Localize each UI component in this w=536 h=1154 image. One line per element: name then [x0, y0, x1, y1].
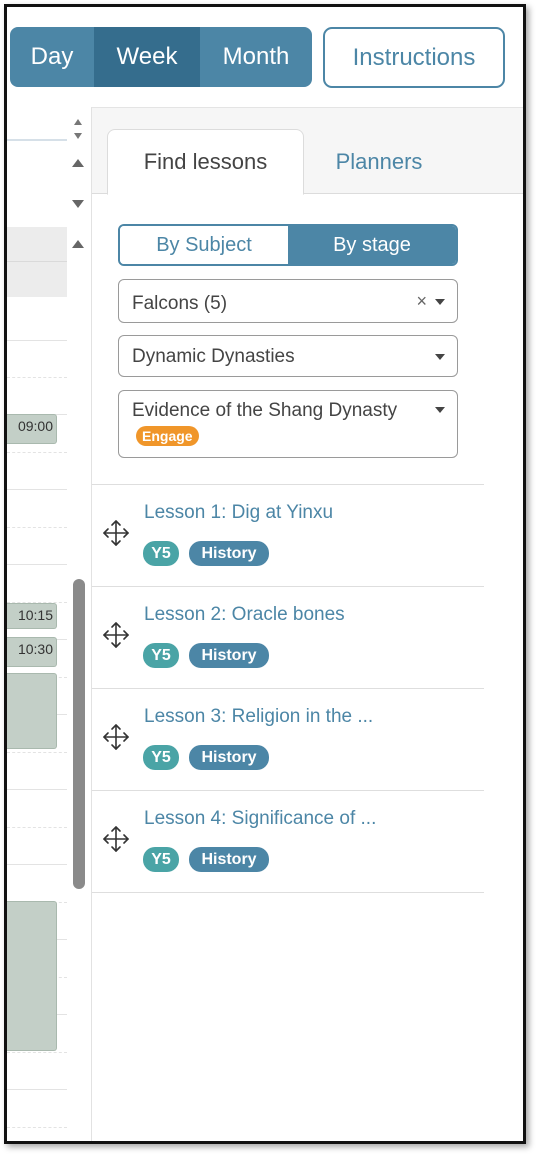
calendar-hour-line	[7, 789, 67, 790]
subject-tag: History	[189, 847, 269, 872]
event-time: 10:15	[17, 607, 53, 623]
day-view-button[interactable]: Day	[10, 27, 94, 87]
calendar-slot-line	[7, 752, 67, 753]
year-tag: Y5	[143, 541, 179, 566]
calendar-hour-line	[7, 340, 67, 341]
lesson-item[interactable]: Lesson 4: Significance of ... Y5 History	[92, 791, 484, 893]
calendar-event[interactable]: 10:15	[7, 603, 57, 629]
lesson-title[interactable]: Lesson 3: Religion in the ...	[144, 706, 373, 728]
group-select[interactable]: Falcons (5) ×	[118, 279, 458, 323]
calendar-hour-line	[7, 489, 67, 490]
tab-planners[interactable]: Planners	[314, 129, 444, 195]
scrollbar-thumb[interactable]	[73, 579, 85, 889]
lesson-title[interactable]: Lesson 1: Dig at Yinxu	[144, 502, 333, 524]
divider	[92, 892, 484, 893]
calendar-event[interactable]	[7, 673, 57, 749]
calendar-slot-line	[7, 827, 67, 828]
calendar-slot-line	[7, 1127, 67, 1128]
move-icon[interactable]	[102, 621, 130, 649]
subject-tag: History	[189, 745, 269, 770]
topic-select-value: Evidence of the Shang Dynasty Engage	[132, 397, 417, 451]
lesson-title[interactable]: Lesson 4: Significance of ...	[144, 808, 376, 830]
lesson-item[interactable]: Lesson 2: Oracle bones Y5 History	[92, 587, 484, 689]
panel-tab-bar: Find lessons Planners	[92, 108, 523, 195]
calendar-slot-line	[7, 1052, 67, 1053]
by-stage-button[interactable]: By stage	[288, 226, 456, 264]
year-tag: Y5	[143, 745, 179, 770]
month-view-button[interactable]: Month	[200, 27, 312, 87]
topic-select[interactable]: Evidence of the Shang Dynasty Engage	[118, 390, 458, 458]
calendar-event[interactable]: 09:00	[7, 414, 57, 444]
subject-tag: History	[189, 541, 269, 566]
by-subject-button[interactable]: By Subject	[120, 226, 288, 264]
chevron-down-icon[interactable]	[435, 299, 445, 305]
calendar-slot-line	[7, 452, 67, 453]
scroll-up-icon[interactable]	[72, 159, 84, 167]
move-icon[interactable]	[102, 723, 130, 751]
unit-select[interactable]: Dynamic Dynasties	[118, 335, 458, 377]
year-tag: Y5	[143, 847, 179, 872]
group-select-value: Falcons (5)	[132, 293, 228, 314]
event-time: 09:00	[17, 418, 53, 434]
lesson-item[interactable]: Lesson 1: Dig at Yinxu Y5 History	[92, 485, 484, 587]
lessons-panel: Find lessons Planners By Subject By stag…	[92, 108, 523, 1141]
unit-select-value: Dynamic Dynasties	[132, 346, 295, 367]
scroll-up-icon[interactable]	[72, 240, 84, 248]
scroll-up-small-icon[interactable]	[74, 119, 82, 125]
chevron-down-icon[interactable]	[435, 354, 445, 360]
filter-mode-toggle: By Subject By stage	[118, 224, 458, 266]
scroll-down-small-icon[interactable]	[74, 133, 82, 139]
calendar-hour-line	[7, 1089, 67, 1090]
calendar-header-line	[7, 139, 67, 141]
calendar-slot-line	[7, 527, 67, 528]
lesson-title[interactable]: Lesson 2: Oracle bones	[144, 604, 345, 626]
topic-select-text: Evidence of the Shang Dynasty	[132, 400, 398, 421]
calendar-slot-line	[7, 377, 67, 378]
chevron-down-icon[interactable]	[435, 407, 445, 413]
event-time: 10:30	[17, 641, 53, 657]
close-icon[interactable]: ×	[416, 292, 427, 310]
calendar-event[interactable]: 10:30	[7, 637, 57, 667]
view-toggle: Day Week Month	[10, 27, 312, 87]
instructions-button[interactable]: Instructions	[323, 27, 505, 88]
engage-badge: Engage	[136, 426, 199, 446]
calendar-allday-row	[7, 227, 67, 297]
calendar-event[interactable]	[7, 901, 57, 1051]
calendar-hour-line	[7, 564, 67, 565]
lesson-item[interactable]: Lesson 3: Religion in the ... Y5 History	[92, 689, 484, 791]
app-frame: Day Week Month Instructions 09:00 10:15 …	[4, 4, 526, 1144]
tab-find-lessons[interactable]: Find lessons	[107, 129, 304, 195]
scroll-down-icon[interactable]	[72, 200, 84, 208]
week-view-button[interactable]: Week	[94, 27, 200, 87]
subject-tag: History	[189, 643, 269, 668]
year-tag: Y5	[143, 643, 179, 668]
calendar-hour-line	[7, 864, 67, 865]
move-icon[interactable]	[102, 519, 130, 547]
move-icon[interactable]	[102, 825, 130, 853]
calendar-scrollbar[interactable]	[67, 107, 91, 1141]
